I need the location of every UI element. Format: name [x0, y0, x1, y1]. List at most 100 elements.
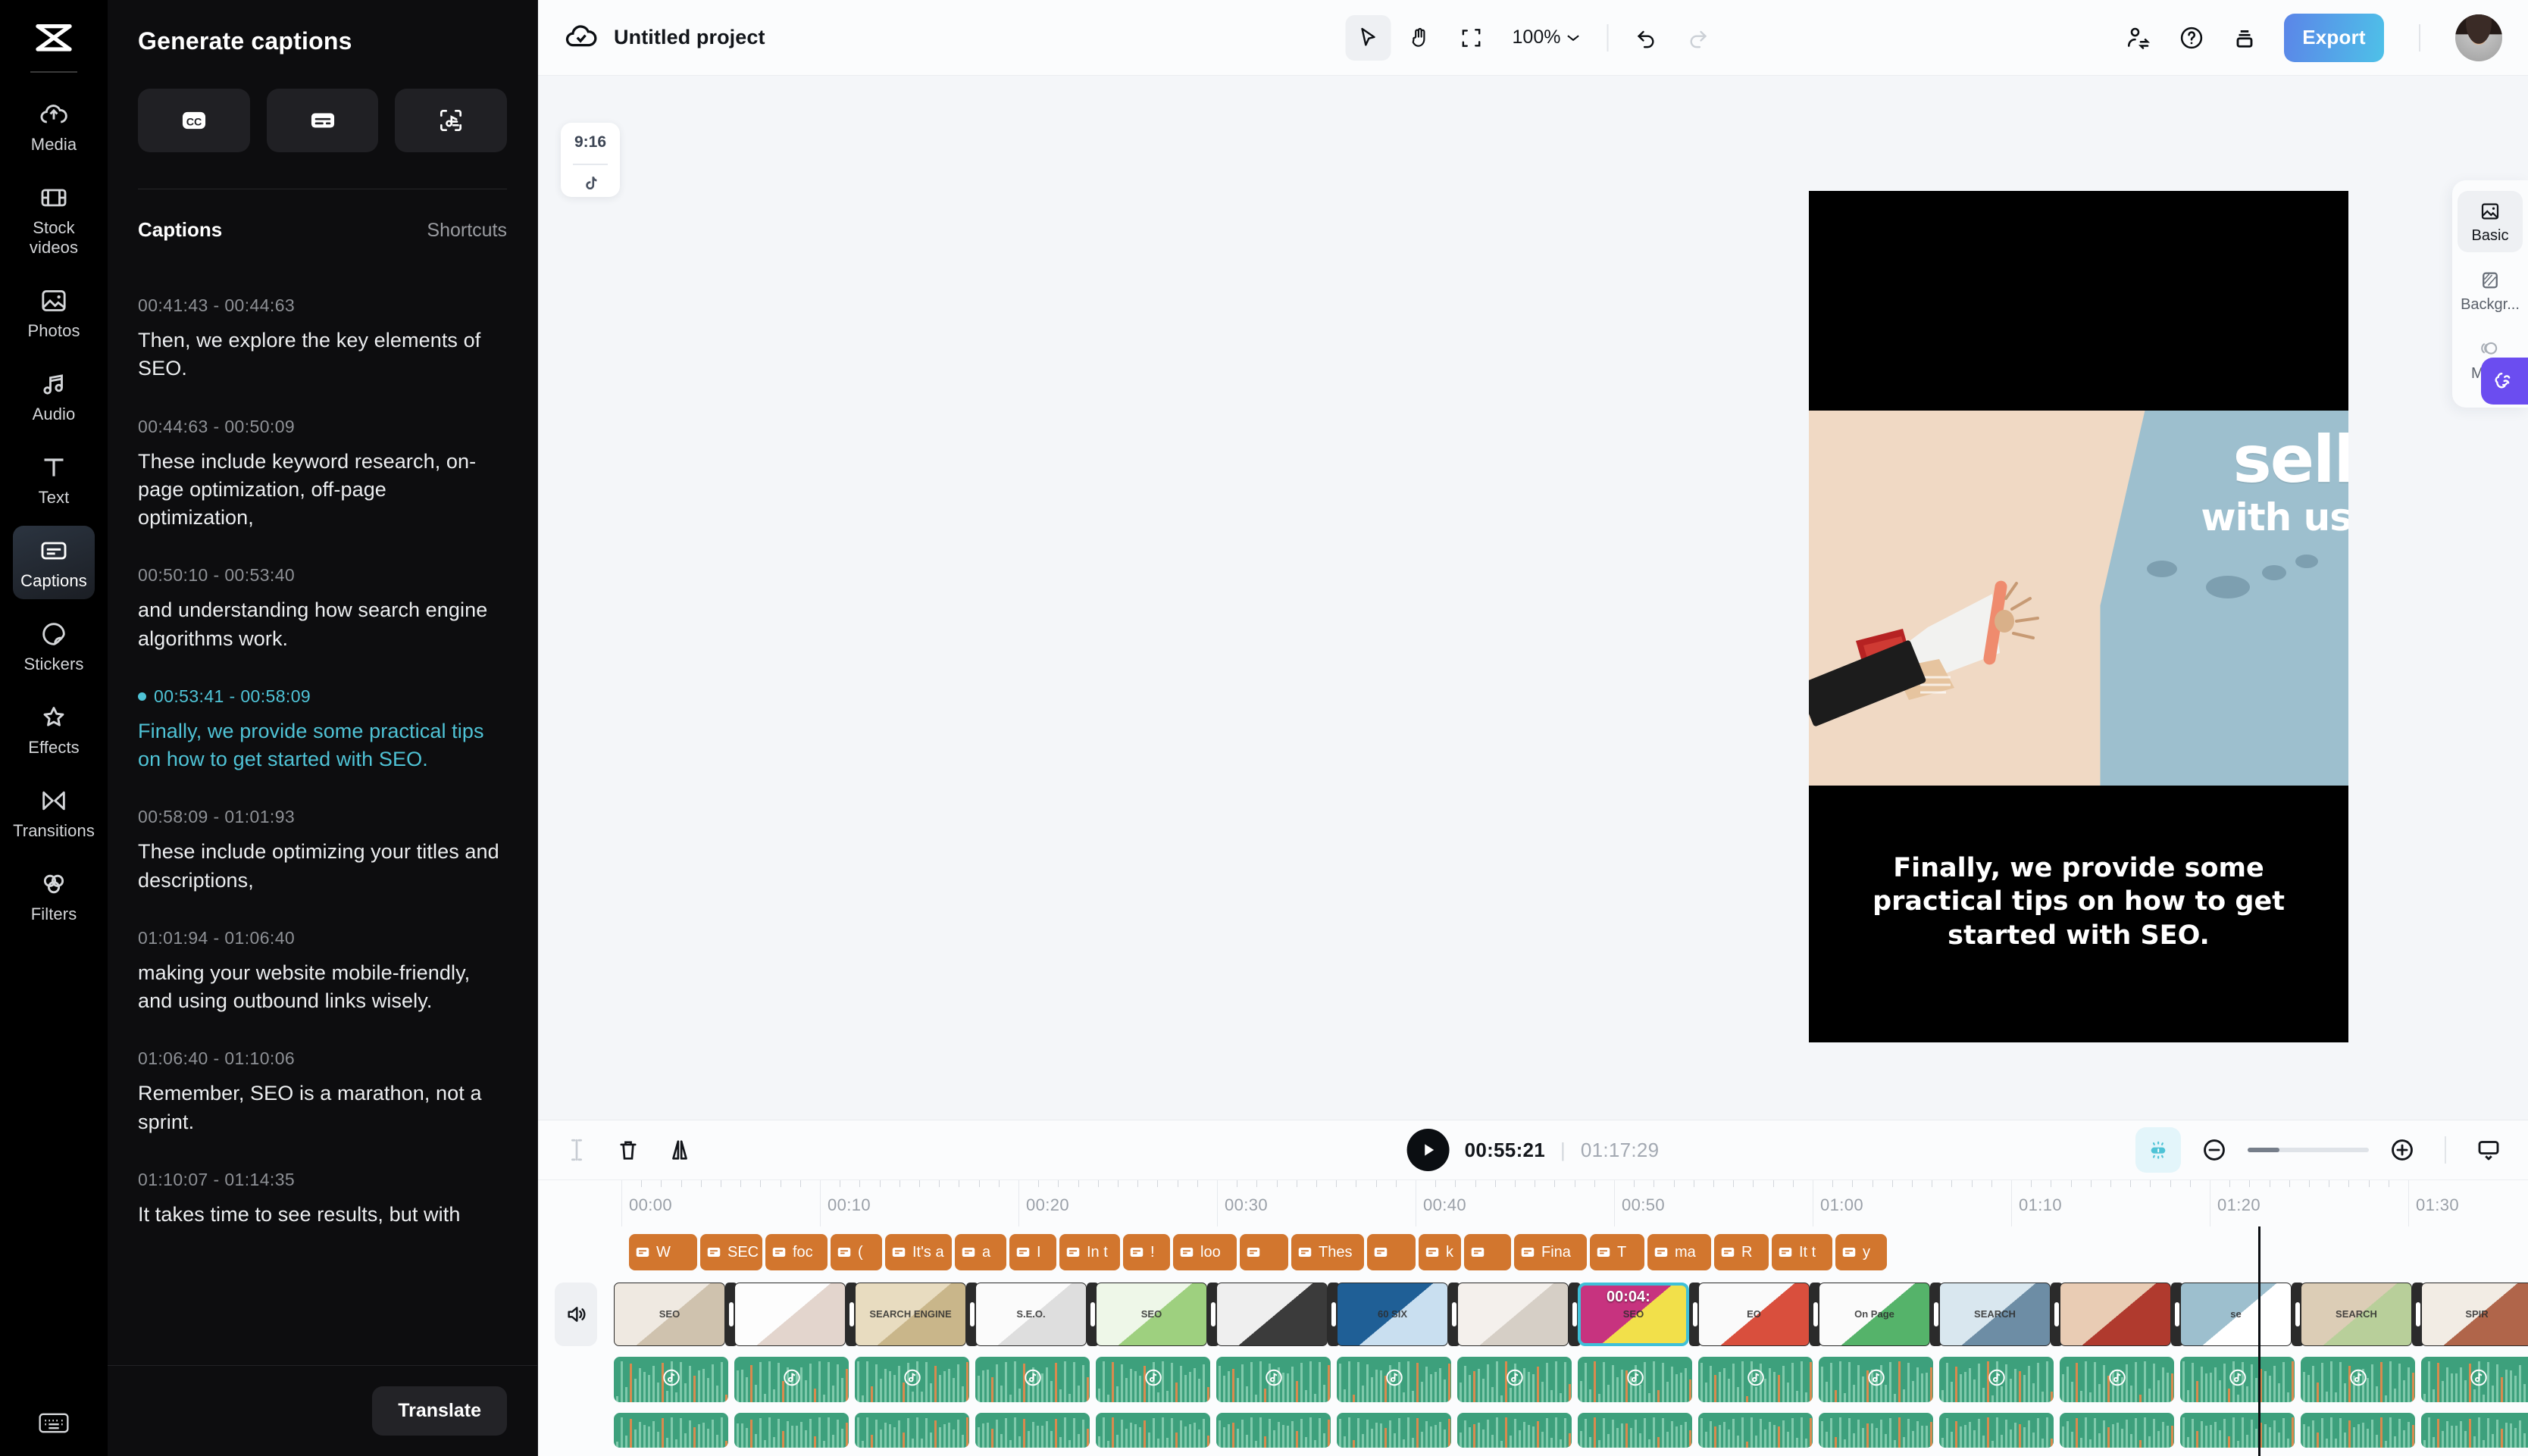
caption-clip[interactable]: W	[629, 1234, 697, 1270]
audio-track-secondary[interactable]	[612, 1413, 2528, 1448]
select-tool-button[interactable]	[1345, 14, 1391, 61]
audio-clip[interactable]	[2180, 1413, 2295, 1448]
audio-clip[interactable]	[734, 1357, 849, 1402]
audio-clip[interactable]	[734, 1413, 849, 1448]
caption-clip[interactable]: (	[831, 1234, 882, 1270]
playhead[interactable]	[2258, 1226, 2260, 1456]
video-preview-canvas[interactable]: sell with us Finally, we provide some pr…	[1809, 191, 2348, 1042]
audio-clip[interactable]	[1457, 1413, 1572, 1448]
audio-clip[interactable]	[1216, 1357, 1331, 1402]
audio-clip[interactable]	[614, 1357, 728, 1402]
caption-item[interactable]: 00:44:63 - 00:50:09 These include keywor…	[138, 417, 507, 533]
audio-clip[interactable]	[614, 1413, 728, 1448]
project-title[interactable]: Untitled project	[614, 26, 765, 49]
caption-clip[interactable]: Thes	[1291, 1234, 1364, 1270]
caption-clip[interactable]: loo	[1173, 1234, 1237, 1270]
caption-clip[interactable]: ma	[1647, 1234, 1711, 1270]
delete-button[interactable]	[615, 1137, 641, 1163]
auto-enhance-button[interactable]	[2135, 1127, 2181, 1173]
sidebar-item-photos[interactable]: Photos	[13, 276, 95, 349]
caption-item[interactable]: 00:50:10 - 00:53:40 and understanding ho…	[138, 565, 507, 653]
undo-button[interactable]	[1623, 15, 1669, 61]
caption-item[interactable]: 01:06:40 - 01:10:06 Remember, SEO is a m…	[138, 1048, 507, 1136]
translate-button[interactable]: Translate	[372, 1386, 507, 1436]
redo-button[interactable]	[1675, 15, 1720, 61]
video-clip[interactable]: SEO	[614, 1283, 725, 1346]
caption-clip[interactable]: It t	[1772, 1234, 1832, 1270]
export-button[interactable]: Export	[2284, 13, 2384, 62]
video-clip[interactable]: SEO	[1096, 1283, 1207, 1346]
question-circle-icon[interactable]	[2178, 24, 2205, 52]
caption-clip[interactable]	[1367, 1234, 1416, 1270]
video-clip[interactable]: SEARCH ENGINE	[855, 1283, 966, 1346]
audio-clip[interactable]	[975, 1413, 1090, 1448]
audio-clip[interactable]	[1578, 1357, 1692, 1402]
audio-clip[interactable]	[855, 1357, 969, 1402]
video-clip[interactable]: SPIR	[2421, 1283, 2528, 1346]
mirror-button[interactable]	[667, 1137, 693, 1163]
caption-clip[interactable]: In t	[1059, 1234, 1120, 1270]
timeline-zoom-slider[interactable]	[2248, 1148, 2369, 1152]
shortcuts-link[interactable]: Shortcuts	[427, 220, 507, 242]
sidebar-item-transitions[interactable]: Transitions	[13, 776, 95, 849]
video-clip[interactable]	[1457, 1283, 1569, 1346]
user-avatar[interactable]	[2455, 14, 2502, 61]
timeline-ruler[interactable]: 00:00 00:10 00:20 00:30 00:40 00:50 01:00 01:10…	[538, 1179, 2528, 1226]
stack-layers-icon[interactable]	[2231, 24, 2258, 52]
audio-clip[interactable]	[855, 1413, 969, 1448]
sidebar-item-stock-videos[interactable]: Stock videos	[13, 173, 95, 266]
audio-clip[interactable]	[1096, 1357, 1210, 1402]
caption-clip[interactable]: k	[1419, 1234, 1461, 1270]
caption-clip[interactable]: R	[1714, 1234, 1769, 1270]
caption-clip[interactable]	[1240, 1234, 1288, 1270]
caption-clip[interactable]: y	[1835, 1234, 1887, 1270]
audio-clip[interactable]	[1457, 1357, 1572, 1402]
audio-clip[interactable]	[2421, 1357, 2528, 1402]
audio-clip[interactable]	[1819, 1413, 1933, 1448]
sidebar-item-media[interactable]: Media	[13, 89, 95, 163]
manual-captions-button[interactable]	[266, 89, 379, 152]
timeline-view-button[interactable]	[2475, 1136, 2502, 1164]
keyboard-shortcuts-button[interactable]	[0, 1413, 108, 1433]
caption-clip[interactable]: a	[955, 1234, 1006, 1270]
audio-clip[interactable]	[2421, 1413, 2528, 1448]
sidebar-item-captions[interactable]: Captions	[13, 525, 95, 599]
caption-clip[interactable]: Fina	[1514, 1234, 1587, 1270]
audio-mute-toggle[interactable]	[555, 1283, 597, 1346]
audio-clip[interactable]	[1939, 1413, 2054, 1448]
sidebar-item-stickers[interactable]: Stickers	[13, 609, 95, 683]
sidebar-item-filters[interactable]: Filters	[13, 859, 95, 933]
audio-clip[interactable]	[1698, 1357, 1813, 1402]
audio-clip[interactable]	[1337, 1413, 1451, 1448]
audio-clip[interactable]	[1096, 1413, 1210, 1448]
audio-clip[interactable]	[2301, 1413, 2415, 1448]
auto-captions-button[interactable]: CC	[138, 89, 250, 152]
audio-clip[interactable]	[1337, 1357, 1451, 1402]
sidebar-item-effects[interactable]: Effects	[13, 692, 95, 766]
video-clip[interactable]: SEO 00:04:	[1578, 1283, 1689, 1346]
caption-clip[interactable]	[1464, 1234, 1511, 1270]
audio-clip[interactable]	[2180, 1357, 2295, 1402]
caption-clip[interactable]: T	[1590, 1234, 1644, 1270]
caption-clip[interactable]: !	[1123, 1234, 1170, 1270]
caption-item[interactable]: 01:10:07 - 01:14:35 It takes time to see…	[138, 1170, 507, 1229]
zoom-out-button[interactable]	[2201, 1136, 2228, 1164]
caption-clip[interactable]: SEC	[700, 1234, 762, 1270]
audio-clip[interactable]	[1939, 1357, 2054, 1402]
aspect-ratio-card[interactable]: 9:16	[561, 123, 620, 197]
ai-assistant-button[interactable]	[2481, 358, 2528, 405]
caption-item[interactable]: 01:01:94 - 01:06:40 making your website …	[138, 928, 507, 1016]
tab-basic[interactable]: Basic	[2458, 191, 2523, 252]
hand-tool-button[interactable]	[1397, 15, 1443, 61]
caption-item-active[interactable]: 00:53:41 - 00:58:09 Finally, we provide …	[138, 686, 507, 774]
caption-clip[interactable]: foc	[765, 1234, 828, 1270]
fit-screen-button[interactable]	[1449, 15, 1494, 61]
person-swap-icon[interactable]	[2125, 24, 2152, 52]
caption-clip[interactable]: It's a	[885, 1234, 952, 1270]
video-clip[interactable]	[1216, 1283, 1328, 1346]
play-button[interactable]	[1406, 1129, 1450, 1171]
audio-clip[interactable]	[975, 1357, 1090, 1402]
video-clip[interactable]: SEARCH	[2301, 1283, 2412, 1346]
video-clip[interactable]: On Page	[1819, 1283, 1930, 1346]
capcut-logo-icon[interactable]	[30, 20, 77, 58]
